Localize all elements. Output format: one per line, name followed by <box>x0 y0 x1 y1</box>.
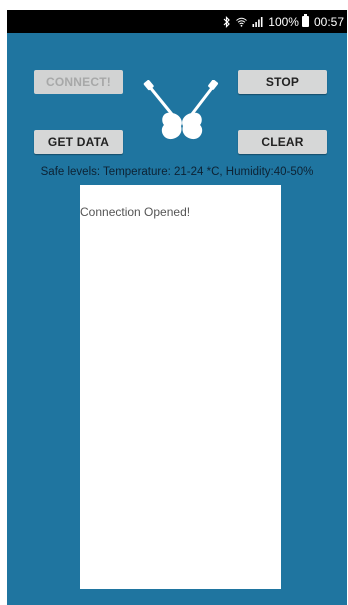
battery-percent: 100% <box>268 14 299 29</box>
log-output[interactable]: Connection Opened! <box>80 185 281 589</box>
bluetooth-icon <box>223 15 231 28</box>
get-data-button[interactable]: GET DATA <box>34 130 123 154</box>
clock: 00:57 <box>313 14 344 29</box>
app-screen: 100% 00:57 CONNECT! STOP GET DATA CLEAR … <box>7 10 347 605</box>
clear-button[interactable]: CLEAR <box>238 130 327 154</box>
log-text: Connection Opened! <box>80 205 191 219</box>
battery-icon <box>301 14 309 27</box>
crossed-guitars-icon <box>143 79 219 142</box>
connect-button[interactable]: CONNECT! <box>34 70 123 94</box>
signal-icon <box>252 16 263 27</box>
stop-button[interactable]: STOP <box>238 70 327 94</box>
status-bar: 100% 00:57 <box>7 10 347 33</box>
wifi-icon <box>236 17 248 27</box>
safe-levels-label: Safe levels: Temperature: 21-24 *C, Humi… <box>40 166 314 178</box>
